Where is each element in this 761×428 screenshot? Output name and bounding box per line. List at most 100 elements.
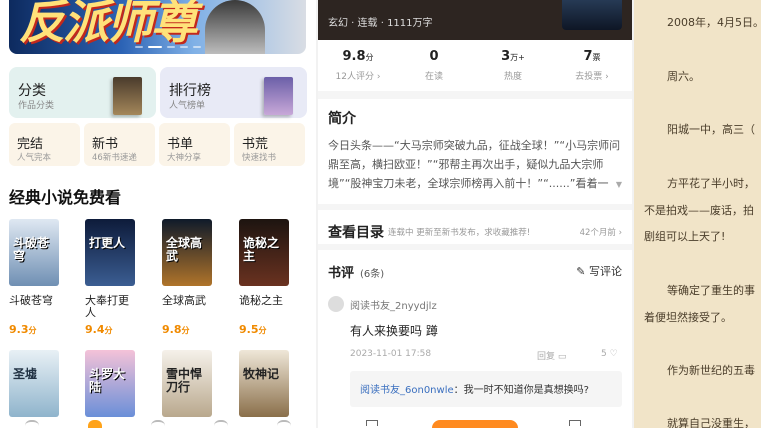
bookshelf-icon[interactable]: [366, 420, 378, 426]
reader-paragraph: 就算自己没重生，: [667, 417, 755, 428]
toc-updated[interactable]: 42个月前 ›: [580, 226, 622, 238]
stat-unit: 万+: [510, 53, 525, 62]
download-icon[interactable]: [569, 420, 581, 426]
tab-profile-icon[interactable]: [277, 420, 292, 428]
score-unit: 分: [181, 326, 190, 335]
book-meta: 玄幻 · 连载 · 1111万字: [328, 18, 433, 29]
sub-reply[interactable]: 阅读书友_6on0nwle：我一时不知道你是真想换吗?: [350, 371, 622, 407]
stat-value: 9.8: [342, 49, 366, 64]
tab-store-icon[interactable]: [87, 420, 102, 428]
ranking-tile[interactable]: 排行榜 人气榜单: [160, 67, 307, 118]
stat-votes[interactable]: 7票 去投票 ›: [554, 49, 630, 82]
stat-label: 去投票 ›: [575, 72, 609, 82]
pager-dot: [180, 46, 188, 48]
pager-dot: [193, 46, 201, 48]
score-unit: 分: [258, 326, 267, 335]
book-title[interactable]: 斗破苍穹: [9, 295, 67, 307]
book-score: 9.4分: [85, 323, 113, 336]
stat-reading: 0 在读: [396, 49, 472, 82]
expand-arrow-icon[interactable]: ▼: [616, 180, 622, 189]
ranking-title: 排行榜: [169, 83, 211, 99]
reader-paragraph: 2008年，4月5日。: [667, 16, 761, 29]
tab-bookshelf-icon[interactable]: [24, 420, 39, 428]
reader-panel[interactable]: 2008年，4月5日。 周六。 阳城一中，高三（ 方平花了半小时， 不是拍戏——…: [634, 0, 761, 428]
promo-banner[interactable]: 反派师尊: [9, 0, 306, 54]
shortcut-subtitle: 大神分享: [167, 153, 202, 163]
sub-reply-text: ：我一时不知道你是真想换吗?: [453, 385, 589, 396]
write-review-button[interactable]: ✎ 写评论: [576, 263, 622, 279]
shortcut-completed[interactable]: 完结 人气完本: [9, 123, 80, 166]
tab-welfare-icon[interactable]: [214, 420, 229, 428]
book-cover[interactable]: 全球高武: [162, 219, 212, 286]
book-cover-icon: [264, 77, 293, 115]
banner-title: 反派师尊: [19, 0, 197, 49]
reader-paragraph: 作为新世纪的五毒: [667, 364, 755, 377]
book-cover[interactable]: 斗罗大陆: [85, 350, 135, 417]
cover-title: 圣墟: [13, 367, 38, 381]
reader-paragraph: 等确定了重生的事: [667, 284, 755, 297]
banner-character-image: [205, 0, 265, 54]
book-cover[interactable]: 圣墟: [9, 350, 59, 417]
store-home-panel: 反派师尊 分类 作品分类 排行榜 人气榜单 完结 人气完本 新书 46新书速递 …: [0, 0, 316, 428]
book-cover[interactable]: 牧神记: [239, 350, 289, 417]
shortcut-booklists[interactable]: 书单 大神分享: [159, 123, 230, 166]
category-subtitle: 作品分类: [18, 101, 55, 111]
stat-value: 0: [429, 49, 439, 64]
section-divider: [318, 91, 632, 99]
cover-title: 打更人: [89, 236, 126, 250]
cover-title: 斗破苍穹: [13, 236, 50, 263]
sub-reply-user[interactable]: 阅读书友_6on0nwle: [360, 385, 454, 396]
reply-button[interactable]: 回复 ▭: [537, 349, 566, 362]
tab-category-icon[interactable]: [150, 420, 165, 428]
stat-label: 12人评分 ›: [335, 72, 381, 82]
like-button[interactable]: 5 ♡: [601, 349, 618, 359]
intro-text[interactable]: 今日头条——“大马宗师突破九品，征战全球！”“小马宗师问鼎至高，横扫欧亚！”“邪…: [328, 136, 624, 193]
shortcut-book-finder[interactable]: 书荒 快速找书: [234, 123, 305, 166]
shortcut-subtitle: 人气完本: [17, 153, 52, 163]
toc-status: 连载中 更新至新书发布，求收藏推荐!: [388, 228, 531, 238]
book-cover[interactable]: 诡秘之主: [239, 219, 289, 286]
stat-value: 7: [583, 49, 593, 64]
book-cover[interactable]: 斗破苍穹: [9, 219, 59, 286]
reader-paragraph: 不是拍戏——废话，拍: [644, 204, 754, 217]
cover-title: 斗罗大陆: [89, 367, 126, 394]
book-title[interactable]: 全球高武: [162, 295, 220, 307]
review-user[interactable]: 阅读书友_2nyydjlz: [350, 297, 437, 312]
review-title: 书评: [328, 266, 355, 281]
reply-label: 回复: [537, 352, 556, 362]
book-cover-image: [562, 0, 622, 30]
shortcut-title: 新书: [92, 137, 119, 152]
score-unit: 分: [104, 326, 113, 335]
toc-title[interactable]: 查看目录: [328, 222, 384, 242]
intro-title: 简介: [328, 111, 356, 127]
score-unit: 分: [28, 326, 37, 335]
book-title[interactable]: 诡秘之主: [239, 295, 297, 307]
score-value: 9.5: [239, 323, 259, 336]
shortcut-title: 完结: [17, 137, 44, 152]
write-review-label: 写评论: [589, 265, 622, 278]
comment-icon: ▭: [557, 352, 567, 362]
book-cover-icon: [113, 77, 142, 115]
reader-paragraph: 周六。: [667, 70, 700, 83]
book-score: 9.5分: [239, 323, 267, 336]
book-title[interactable]: 大奉打更人: [85, 295, 139, 319]
cover-title: 全球高武: [166, 236, 203, 263]
book-cover[interactable]: 雪中悍刀行: [162, 350, 212, 417]
read-now-button[interactable]: [432, 420, 518, 428]
stat-rating[interactable]: 9.8分 12人评分 ›: [320, 49, 396, 82]
reader-paragraph: 剧组可以上天了!: [644, 230, 726, 243]
ranking-subtitle: 人气榜单: [169, 101, 206, 111]
stat-popularity: 3万+ 热度: [475, 49, 551, 82]
shortcut-new-books[interactable]: 新书 46新书速递: [84, 123, 155, 166]
pager-dot-active: [148, 46, 162, 48]
stat-label: 在读: [424, 72, 443, 82]
book-cover[interactable]: 打更人: [85, 219, 135, 286]
avatar[interactable]: [328, 296, 344, 312]
category-title: 分类: [18, 83, 46, 99]
pen-icon: ✎: [576, 265, 589, 278]
pager-dot: [167, 46, 175, 48]
heart-icon: ♡: [609, 349, 618, 359]
category-tile[interactable]: 分类 作品分类: [9, 67, 156, 118]
stat-unit: 票: [592, 53, 601, 62]
shortcut-subtitle: 46新书速递: [92, 153, 137, 163]
